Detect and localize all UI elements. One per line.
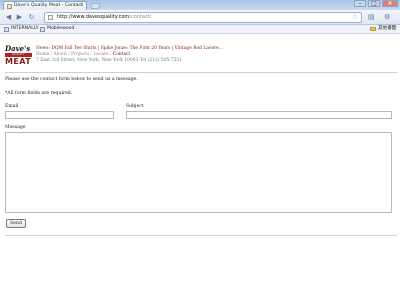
nav-locate[interactable]: Locate: [93, 52, 108, 57]
site-header: Dave's QUALITY MEAT News: DQM Fall Tee S…: [5, 43, 395, 72]
send-button[interactable]: Send: [6, 219, 26, 228]
required-note: *All form fields are required.: [5, 91, 73, 96]
site-logo[interactable]: Dave's QUALITY MEAT: [5, 45, 32, 68]
header-divider: [5, 72, 397, 73]
page-content: Dave's QUALITY MEAT News: DQM Fall Tee S…: [0, 34, 400, 289]
other-bookmarks-label: 其他書籤: [378, 26, 397, 31]
page-favicon-icon: [7, 4, 12, 9]
other-bookmarks[interactable]: 其他書籤: [370, 25, 396, 33]
form-intro: Please use the contact form below to sen…: [5, 77, 138, 82]
logo-main-text: MEAT: [5, 57, 32, 66]
wrench-menu-icon[interactable]: ⚙: [384, 13, 390, 22]
nav-about[interactable]: About: [54, 52, 67, 57]
page-icon: [48, 15, 53, 20]
email-label: Email: [5, 104, 19, 109]
email-field[interactable]: [5, 111, 114, 119]
message-label: Message: [5, 125, 26, 130]
logo-top-text: Dave's: [5, 44, 31, 53]
news-label: News:: [36, 46, 50, 51]
footer-divider: [5, 235, 397, 236]
tab-title: Dave's Quality Meat - Contact: [14, 3, 83, 8]
folder-icon: [370, 27, 376, 31]
window-controls: – □ ✕: [354, 0, 398, 7]
message-textarea[interactable]: [5, 132, 392, 213]
store-address: 7 East 3rd Street, New York, New York 10…: [36, 58, 182, 63]
subject-field[interactable]: [126, 111, 392, 119]
page-menu-icon[interactable]: ▤: [368, 13, 375, 22]
bookmark-label: INTERNALLY: [11, 26, 39, 31]
minimize-icon[interactable]: –: [354, 0, 366, 7]
browser-toolbar: ◀ ▶ ↻ http://www.davesquality.com/contac…: [0, 10, 400, 25]
back-icon[interactable]: ◀: [4, 13, 13, 22]
tab-close-icon[interactable]: ×: [80, 2, 84, 8]
forward-icon[interactable]: ▶: [15, 13, 24, 22]
bookmark-internally[interactable]: INTERNALLY: [4, 25, 39, 33]
header-info: News: DQM Fall Tee Shirts | Spike Jonze:…: [36, 46, 223, 64]
bookmarks-bar: INTERNALLY Mobilewood 其他書籤: [0, 25, 400, 34]
subject-label: Subject: [126, 104, 144, 109]
reload-icon[interactable]: ↻: [27, 13, 36, 22]
bookmark-label: Mobilewood: [47, 26, 75, 31]
nav-home[interactable]: Home: [36, 52, 49, 57]
address-bar[interactable]: http://www.davesquality.com/contact/ ☆: [44, 12, 362, 23]
new-tab-button[interactable]: [90, 3, 101, 9]
url-path: /contact/: [129, 14, 152, 20]
url-host: http://www.davesquality.com: [57, 14, 130, 20]
maximize-icon[interactable]: □: [368, 0, 380, 7]
bookmark-icon: [40, 26, 45, 32]
news-ticker-link[interactable]: DQM Fall Tee Shirts | Spike Jonze: The F…: [51, 46, 223, 51]
window-close-icon[interactable]: ✕: [382, 0, 398, 7]
nav-contact[interactable]: Contact: [113, 52, 130, 57]
bookmark-icon: [4, 26, 9, 32]
nav-projects[interactable]: Projects: [71, 52, 89, 57]
bookmark-star-icon[interactable]: ☆: [352, 13, 358, 21]
bookmark-mobilewood[interactable]: Mobilewood: [40, 25, 74, 33]
window-titlebar: Dave's Quality Meat - Contact × – □ ✕: [0, 0, 400, 10]
browser-tab[interactable]: Dave's Quality Meat - Contact ×: [3, 1, 87, 10]
